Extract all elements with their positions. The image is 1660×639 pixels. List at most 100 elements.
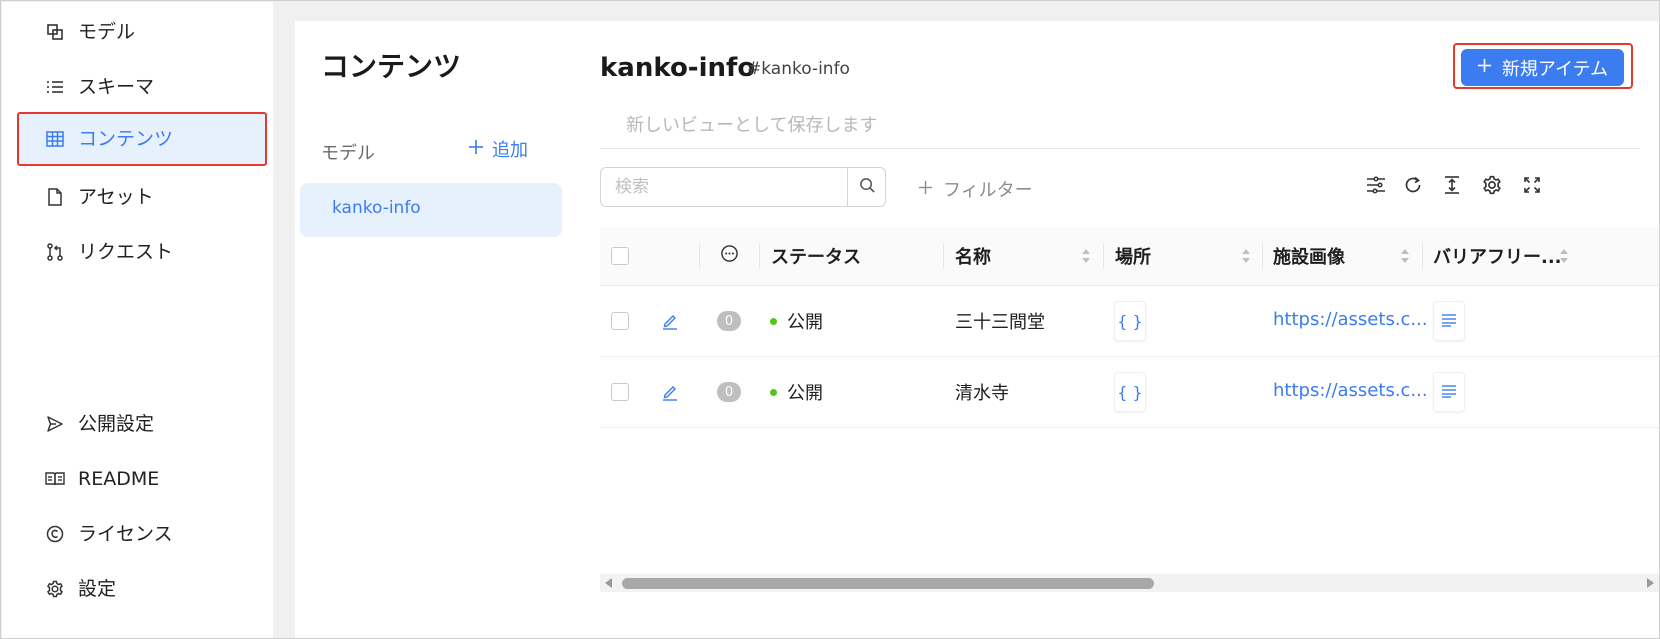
page-title: コンテンツ: [321, 50, 462, 83]
copyright-icon: [45, 524, 65, 544]
scroll-right-icon[interactable]: [1647, 578, 1654, 588]
content-table: ステータス 名称 場所 施設画像 バリアフリー... 0 公開 三十三間堂 {…: [600, 227, 1659, 428]
pull-request-icon: [45, 242, 65, 262]
column-divider: [759, 243, 760, 269]
fullscreen-button[interactable]: [1520, 175, 1544, 199]
row-height-icon: [1442, 175, 1462, 199]
sidebar-item-label: アセット: [78, 186, 154, 208]
table-row[interactable]: 0 公開 清水寺 { } https://assets.c...: [600, 357, 1659, 428]
status-label: 公開: [787, 383, 823, 404]
text-lines-icon: [1441, 312, 1457, 331]
model-icon: [45, 22, 65, 42]
sort-icon[interactable]: [1559, 247, 1569, 265]
sidebar-item-settings[interactable]: 設定: [2, 560, 273, 618]
fullscreen-icon: [1523, 176, 1541, 198]
sidebar-item-readme[interactable]: README: [2, 450, 273, 508]
column-divider: [1103, 243, 1104, 269]
column-header-status[interactable]: ステータス: [771, 227, 861, 285]
column-divider: [1422, 243, 1423, 269]
model-list-heading: モデル: [321, 143, 375, 164]
comment-count-badge: 0: [717, 382, 741, 402]
barrier-free-text-button[interactable]: [1433, 372, 1465, 412]
add-filter-button[interactable]: フィルター: [918, 176, 1033, 202]
table-header: ステータス 名称 場所 施設画像 バリアフリー...: [600, 227, 1659, 286]
new-item-highlight: 新規アイテム: [1453, 43, 1633, 89]
sidebar-item-license[interactable]: ライセンス: [2, 505, 273, 563]
sort-icon[interactable]: [1400, 247, 1410, 265]
search-input[interactable]: [601, 168, 847, 206]
status-dot: [770, 318, 777, 325]
edit-icon[interactable]: [662, 312, 678, 334]
new-item-label: 新規アイテム: [1501, 58, 1609, 80]
status-label: 公開: [787, 312, 823, 333]
row-checkbox[interactable]: [611, 383, 629, 401]
sidebar-item-schema[interactable]: スキーマ: [2, 58, 273, 116]
sidebar-item-label: README: [78, 468, 160, 490]
search-icon: [859, 177, 876, 198]
sidebar-item-request[interactable]: リクエスト: [2, 223, 273, 281]
comment-count-badge: 0: [717, 311, 741, 331]
column-divider: [943, 243, 944, 269]
reload-icon: [1403, 175, 1423, 199]
scroll-left-icon[interactable]: [605, 578, 612, 588]
location-json-button[interactable]: { }: [1114, 301, 1146, 341]
add-model-label: 追加: [492, 140, 528, 161]
comment-icon: [720, 244, 739, 268]
panel-gap: [273, 2, 295, 638]
list-icon: [45, 77, 65, 97]
add-model-button[interactable]: 追加: [468, 134, 528, 164]
model-key: #kanko-info: [747, 59, 850, 79]
model-title: kanko-info: [600, 53, 756, 83]
sidebar-item-label: モデル: [78, 21, 136, 43]
barrier-free-text-button[interactable]: [1433, 301, 1465, 341]
sort-icon[interactable]: [1241, 247, 1251, 265]
image-url-link[interactable]: https://assets.c...: [1273, 309, 1428, 330]
status-dot: [770, 389, 777, 396]
sidebar-item-label: コンテンツ: [78, 128, 174, 150]
plus-icon: [918, 179, 933, 200]
sidebar-item-content[interactable]: コンテンツ: [17, 112, 267, 166]
search-box: [600, 167, 886, 207]
gear-icon: [45, 579, 65, 599]
sort-icon[interactable]: [1081, 247, 1091, 265]
send-icon: [45, 414, 65, 434]
plus-icon: [468, 139, 484, 160]
table-row[interactable]: 0 公開 三十三間堂 { } https://assets.c...: [600, 286, 1659, 357]
model-item-label: kanko-info: [332, 198, 421, 218]
sidebar: モデル スキーマ コンテンツ アセット リクエスト 公開設定 README ライ…: [2, 2, 273, 638]
book-icon: [45, 469, 65, 489]
horizontal-scrollbar[interactable]: [600, 574, 1659, 592]
table-icon: [45, 129, 65, 149]
table-settings-button[interactable]: [1480, 175, 1504, 199]
save-view-input[interactable]: [600, 103, 1640, 149]
column-divider: [699, 243, 700, 269]
sidebar-item-model[interactable]: モデル: [2, 3, 273, 61]
edit-icon[interactable]: [662, 383, 678, 405]
image-url-link[interactable]: https://assets.c...: [1273, 380, 1428, 401]
reload-button[interactable]: [1401, 175, 1425, 199]
row-checkbox[interactable]: [611, 312, 629, 330]
model-item[interactable]: kanko-info: [300, 183, 562, 237]
select-all-checkbox[interactable]: [611, 247, 629, 265]
column-header-barrier-free[interactable]: バリアフリー...: [1433, 227, 1562, 285]
search-button[interactable]: [847, 168, 886, 206]
new-item-button[interactable]: 新規アイテム: [1461, 49, 1624, 86]
row-height-button[interactable]: [1440, 175, 1464, 199]
scrollbar-thumb[interactable]: [622, 578, 1154, 589]
location-json-button[interactable]: { }: [1114, 372, 1146, 412]
column-header-image[interactable]: 施設画像: [1273, 227, 1345, 285]
model-list-panel: コンテンツ モデル 追加 kanko-info: [295, 21, 569, 638]
sidebar-item-label: ライセンス: [78, 523, 173, 545]
sidebar-item-label: 設定: [78, 578, 117, 600]
column-header-location[interactable]: 場所: [1115, 227, 1151, 285]
content-area: kanko-info #kanko-info 新規アイテム フィ: [568, 21, 1659, 638]
filter-label: フィルター: [943, 180, 1033, 201]
sidebar-item-asset[interactable]: アセット: [2, 168, 273, 226]
sidebar-item-publish-settings[interactable]: 公開設定: [2, 395, 273, 453]
column-settings-button[interactable]: [1364, 175, 1388, 199]
plus-icon: [1477, 57, 1492, 78]
comment-column-header: [720, 227, 739, 285]
name-cell: 三十三間堂: [955, 312, 1045, 333]
sliders-icon: [1366, 175, 1386, 199]
column-header-name[interactable]: 名称: [955, 227, 991, 285]
